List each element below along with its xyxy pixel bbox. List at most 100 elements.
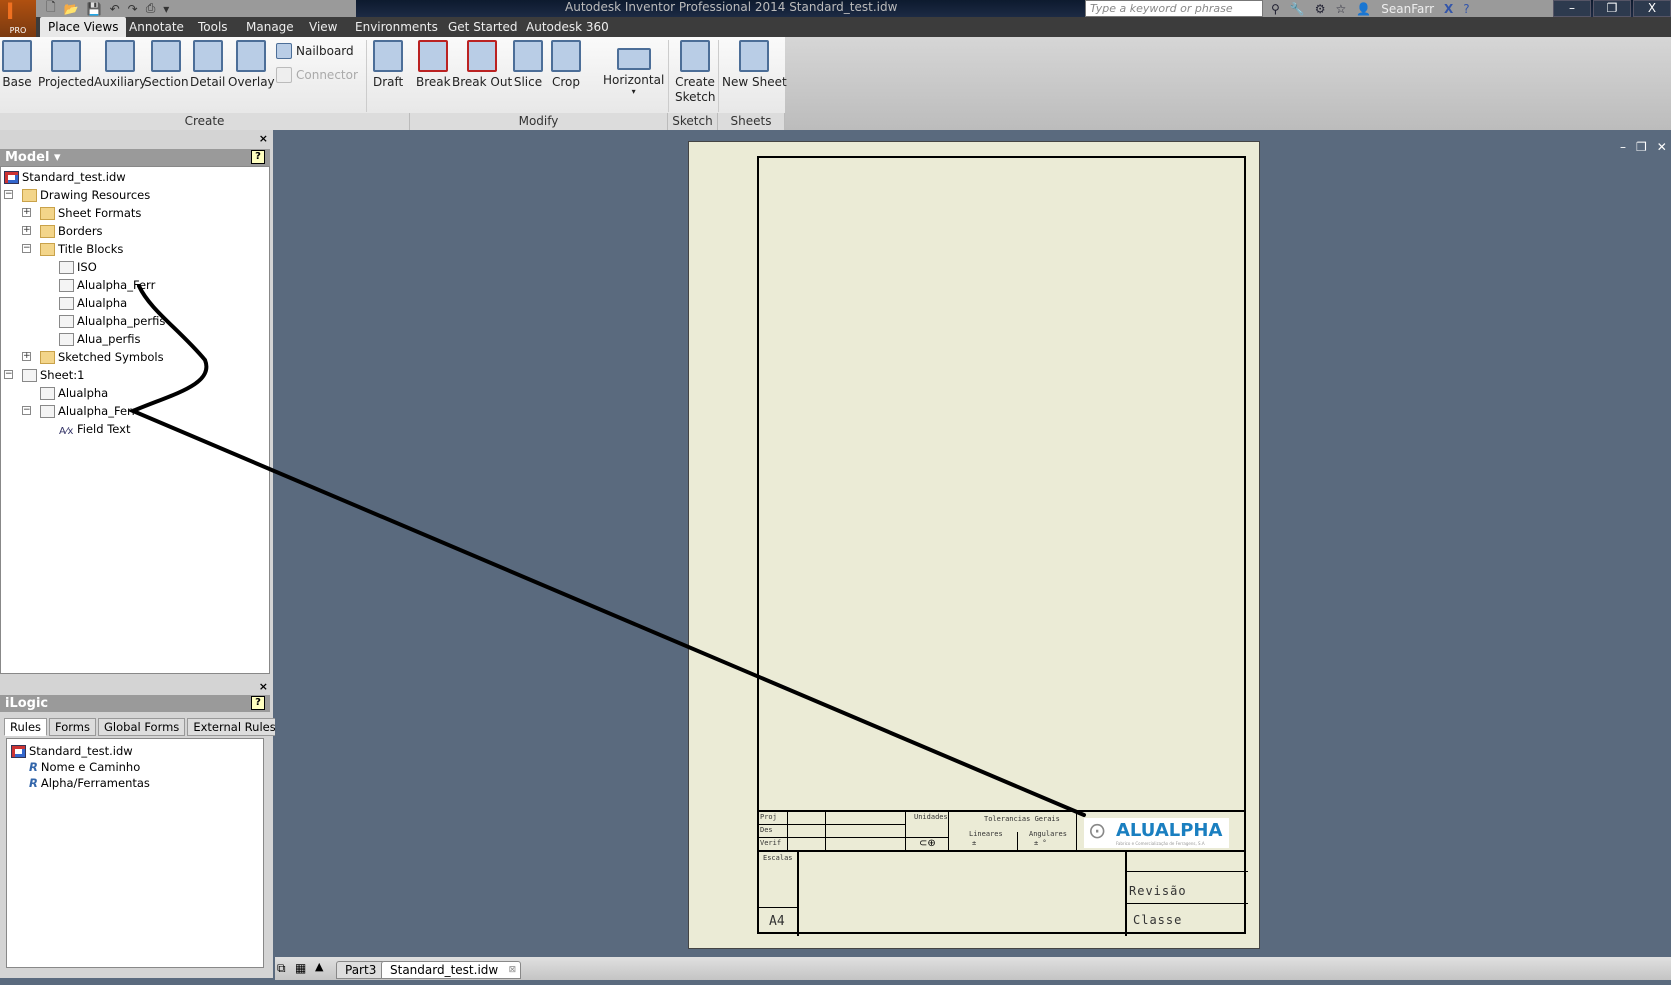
collapse-icon[interactable]: − (4, 190, 13, 199)
separator (366, 40, 367, 112)
help-search-input[interactable]: Type a keyword or phrase (1085, 0, 1263, 17)
tree-item[interactable]: ISO (59, 258, 97, 276)
expand-icon[interactable]: + (22, 226, 31, 235)
tab-forms[interactable]: Forms (49, 718, 96, 736)
exchange-icon[interactable]: X (1444, 2, 1453, 16)
model-close-icon[interactable]: × (259, 132, 268, 145)
create-sketch-button[interactable]: Create Sketch (675, 40, 715, 105)
expand-icon[interactable]: + (22, 352, 31, 361)
break-button[interactable]: Break (416, 40, 451, 89)
rule-item[interactable]: R Alpha/Ferramentas (29, 774, 150, 792)
tree-item[interactable]: Standard_test.idw (4, 168, 126, 186)
model-panel-header[interactable]: Model ▾? (0, 149, 270, 166)
ilogic-close-icon[interactable]: × (259, 680, 268, 693)
panel-label-sheets[interactable]: Sheets (718, 113, 785, 130)
tree-item[interactable]: Sketched Symbols (40, 348, 164, 366)
base-view-button[interactable]: Base (2, 40, 32, 89)
tab-tools[interactable]: Tools (198, 17, 228, 37)
open-documents-icon[interactable]: ▲ (315, 960, 323, 973)
auxiliary-view-button[interactable]: Auxiliary (94, 40, 146, 89)
minimize-icon[interactable]: – (1620, 140, 1626, 154)
binoculars-icon[interactable]: ⚲ (1271, 2, 1280, 16)
tree-item[interactable]: Alualpha (40, 384, 108, 402)
auxiliary-view-icon (105, 40, 136, 72)
restore-icon[interactable]: ❐ (1636, 140, 1647, 154)
tab-autodesk-360[interactable]: Autodesk 360 (526, 17, 609, 37)
rule-icon: R (29, 776, 38, 790)
expand-icon[interactable]: + (22, 208, 31, 217)
minimize-button[interactable]: – (1553, 0, 1591, 17)
tab-external-rules[interactable]: External Rules (187, 718, 282, 736)
collapse-icon[interactable]: − (22, 406, 31, 415)
user-name[interactable]: SeanFarr (1381, 2, 1434, 16)
tab-manage[interactable]: Manage (246, 17, 294, 37)
help-icon[interactable]: ? (251, 150, 265, 164)
doc-tab-part3[interactable]: Part3 (336, 961, 386, 979)
tab-get-started[interactable]: Get Started (448, 17, 518, 37)
tree-item[interactable]: Drawing Resources (22, 186, 150, 204)
key-icon[interactable]: 🔧 (1290, 2, 1305, 16)
panel-label-create[interactable]: Create (0, 113, 410, 130)
print-icon[interactable]: ⎙ (146, 1, 156, 16)
nailboard-button[interactable]: Nailboard (276, 43, 354, 59)
horizontal-button[interactable]: Horizontal ▾ (603, 40, 664, 96)
tree-item[interactable]: Borders (40, 222, 103, 240)
tab-place-views[interactable]: Place Views (40, 17, 127, 37)
tree-item[interactable]: Alualpha_Ferr (40, 402, 136, 420)
open-icon[interactable]: 📂 (64, 2, 79, 16)
user-icon[interactable]: 👤 (1356, 2, 1371, 16)
cascade-icon[interactable]: ⧉ (277, 961, 286, 976)
model-panel-title[interactable]: Model ▾ (5, 150, 61, 165)
tab-global-forms[interactable]: Global Forms (98, 718, 186, 736)
close-tab-icon[interactable]: ⊠ (509, 962, 517, 978)
redo-icon[interactable]: ↷ (128, 2, 138, 16)
app-menu-button[interactable]: I PRO (0, 0, 36, 37)
close-icon[interactable]: ✕ (1657, 140, 1667, 154)
star-icon[interactable]: ☆ (1336, 2, 1347, 16)
tree-item[interactable]: Sheet:1 (22, 366, 84, 384)
tab-view[interactable]: View (309, 17, 337, 37)
satellite-icon[interactable]: ⚙ (1315, 2, 1326, 16)
projected-view-icon (51, 40, 82, 72)
tree-item-label: Alualpha (77, 296, 128, 310)
draft-view-button[interactable]: Draft (373, 40, 403, 89)
panel-label-sketch[interactable]: Sketch (668, 113, 718, 130)
detail-view-button[interactable]: Detail (190, 40, 225, 89)
break-out-button[interactable]: Break Out (452, 40, 512, 89)
doc-tab-standard-test[interactable]: Standard_test.idw ⊠ (381, 961, 522, 979)
collapse-icon[interactable]: − (4, 370, 13, 379)
close-button[interactable]: X (1633, 0, 1671, 17)
restore-button[interactable]: ❐ (1593, 0, 1631, 17)
tree-item-label: Sheet:1 (40, 368, 85, 382)
tab-rules[interactable]: Rules (4, 718, 48, 736)
overlay-view-button[interactable]: Overlay (228, 40, 275, 89)
panel-label-modify[interactable]: Modify (410, 113, 668, 130)
help-icon[interactable]: ? (251, 696, 265, 710)
connector-icon (276, 67, 292, 83)
tree-item[interactable]: Sheet Formats (40, 204, 141, 222)
collapse-icon[interactable]: − (22, 244, 31, 253)
tree-item[interactable]: Alualpha (59, 294, 127, 312)
draft-view-icon (373, 40, 404, 72)
tile-icon[interactable]: ▦ (295, 961, 306, 975)
section-view-button[interactable]: Section (144, 40, 189, 89)
connector-button[interactable]: Connector (276, 67, 358, 83)
slice-button[interactable]: Slice (513, 40, 543, 89)
lineares-label: Lineares (969, 830, 1003, 838)
crop-button[interactable]: Crop (551, 40, 581, 89)
save-icon[interactable]: 💾 (87, 2, 102, 16)
new-sheet-button[interactable]: New Sheet (722, 40, 787, 89)
tree-item-label: Alualpha_Ferr (58, 404, 137, 418)
window-controls: – ❐ X (1553, 0, 1671, 17)
tab-annotate[interactable]: Annotate (129, 17, 184, 37)
tree-item[interactable]: Alua_perfis (59, 330, 141, 348)
tree-item[interactable]: A⁄x Field Text (59, 420, 130, 438)
tree-item[interactable]: Alualpha_perfis (59, 312, 165, 330)
tab-environments[interactable]: Environments (355, 17, 438, 37)
help-icon[interactable]: ? (1463, 2, 1469, 16)
tree-item[interactable]: Alualpha_Ferr (59, 276, 155, 294)
tree-item[interactable]: Title Blocks (40, 240, 123, 258)
more-icon[interactable]: ▾ (163, 2, 169, 16)
projected-view-button[interactable]: Projected (38, 40, 94, 89)
undo-icon[interactable]: ↶ (110, 2, 120, 16)
